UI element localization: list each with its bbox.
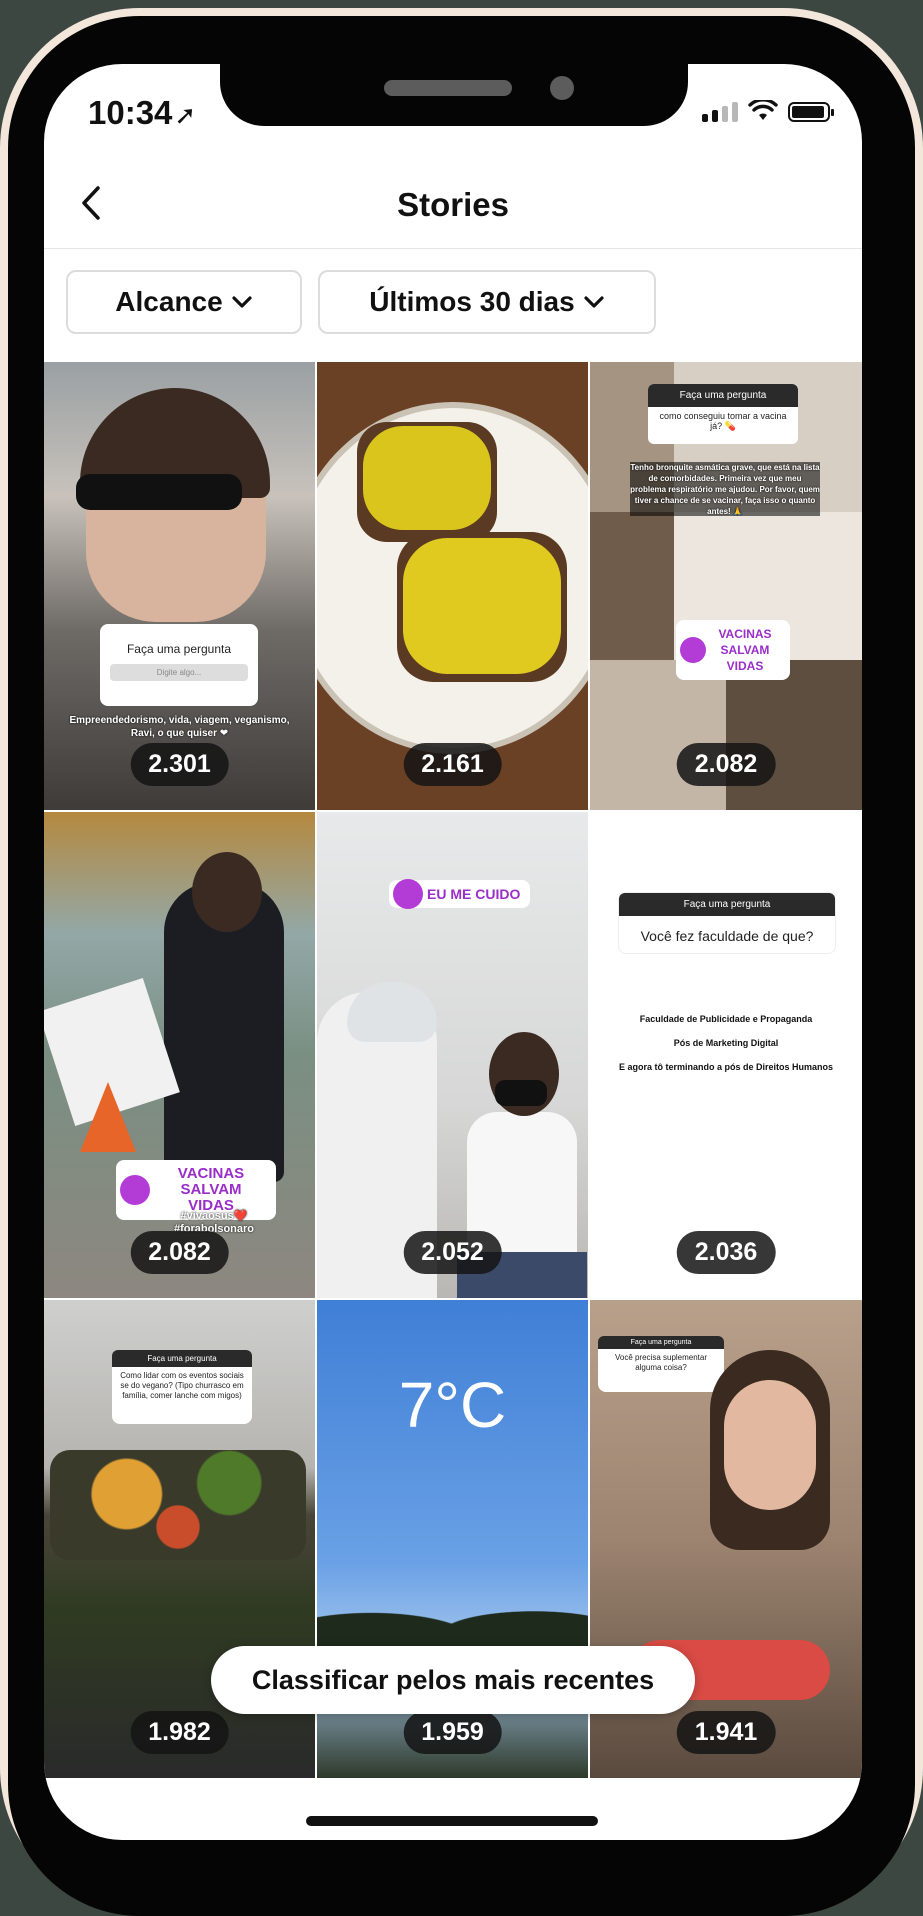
location-arrow-icon: ➚ xyxy=(174,100,197,130)
grilled-vegetables xyxy=(50,1450,306,1560)
sticker-text: EU ME CUIDO xyxy=(427,886,521,902)
story-tile[interactable]: EU ME CUIDO 2.052 xyxy=(317,812,588,1298)
sticker-text: VACINAS SALVAM VIDAS xyxy=(177,1165,245,1214)
eu-me-cuido-sticker: EU ME CUIDO xyxy=(389,879,531,909)
answer-text: Faculdade de Publicidade e Propaganda Pó… xyxy=(610,1012,842,1074)
story-caption: Empreendedorismo, vida, viagem, veganism… xyxy=(69,715,290,739)
heart-icon xyxy=(120,1175,150,1205)
question-sticker: Faça uma pergunta Como lidar com os even… xyxy=(112,1350,252,1424)
filter-bar: Alcance Últimos 30 dias xyxy=(66,270,656,334)
battery-icon xyxy=(788,102,834,122)
story-tile[interactable]: Faça uma pergunta Digite algo... Empreen… xyxy=(44,362,315,810)
status-time-text: 10:34 xyxy=(88,94,173,131)
reach-count: 2.301 xyxy=(130,743,229,786)
phone-screen: 10:34➚ Stories Alcance Últimos 30 dias F… xyxy=(44,64,862,1840)
answer-line: E agora tô terminando a pós de Direitos … xyxy=(618,1062,834,1072)
answer-line: Faculdade de Publicidade e Propaganda xyxy=(639,1014,813,1024)
page-title: Stories xyxy=(397,186,509,223)
sort-toast[interactable]: Classificar pelos mais recentes xyxy=(211,1646,695,1714)
reach-count: 2.036 xyxy=(676,1231,776,1274)
reach-count: 2.082 xyxy=(130,1231,229,1274)
person-head xyxy=(192,852,262,932)
date-range-dropdown-label: Últimos 30 dias xyxy=(369,286,575,317)
question-sticker: Faça uma pergunta Você fez faculdade de … xyxy=(618,892,836,954)
question-title: Faça uma pergunta xyxy=(648,384,798,407)
story-tile[interactable]: 2.161 xyxy=(317,362,588,810)
collage-cell xyxy=(590,512,674,660)
question-text: como conseguiu tomar a vacina já? 💊 xyxy=(659,411,787,431)
metric-dropdown-label: Alcance xyxy=(115,286,223,317)
reach-count: 2.082 xyxy=(676,743,776,786)
heart-icon xyxy=(680,637,706,663)
question-title: Faça uma pergunta xyxy=(112,1350,252,1367)
person-face xyxy=(724,1380,816,1510)
question-sticker: Faça uma pergunta Digite algo... xyxy=(100,624,258,706)
reach-count: 1.941 xyxy=(676,1711,776,1754)
cellular-signal-icon xyxy=(702,100,738,122)
food-2-topping xyxy=(403,538,561,674)
reach-count: 1.959 xyxy=(403,1711,502,1754)
reach-count: 2.161 xyxy=(403,743,502,786)
speaker xyxy=(384,80,512,96)
question-title: Faça uma pergunta xyxy=(126,642,232,656)
temperature-label: 7°C xyxy=(398,1369,507,1441)
header: Stories xyxy=(44,164,862,249)
story-tile[interactable]: Faça uma pergunta como conseguiu tomar a… xyxy=(590,362,862,810)
chevron-down-icon xyxy=(232,296,252,308)
question-placeholder: Digite algo... xyxy=(110,664,248,681)
story-tile[interactable]: Faça uma pergunta Você fez faculdade de … xyxy=(590,812,862,1298)
question-sticker: Faça uma pergunta Você precisa suplement… xyxy=(598,1336,724,1392)
food-1-topping xyxy=(363,426,491,530)
question-text: Você fez faculdade de que? xyxy=(640,928,814,944)
answer-line: Pós de Marketing Digital xyxy=(673,1038,779,1048)
notch xyxy=(220,64,688,126)
question-title: Faça uma pergunta xyxy=(619,893,835,916)
hair-net xyxy=(347,982,437,1042)
reach-count: 1.982 xyxy=(130,1711,229,1754)
home-indicator[interactable] xyxy=(306,1816,598,1826)
chevron-down-icon xyxy=(584,296,604,308)
status-icons xyxy=(702,100,834,122)
heart-icon xyxy=(393,879,423,909)
question-text: Você precisa suplementar alguma coisa? xyxy=(614,1353,708,1372)
metric-dropdown[interactable]: Alcance xyxy=(66,270,302,334)
traffic-cone xyxy=(80,1082,136,1152)
front-camera xyxy=(550,76,574,100)
story-caption: Tenho bronquite asmática grave, que está… xyxy=(630,462,820,516)
vaccine-sticker: VACINAS SALVAM VIDAS xyxy=(676,620,790,680)
collage-cell xyxy=(726,660,862,810)
sunglasses xyxy=(76,474,242,510)
wifi-icon xyxy=(748,100,778,120)
mask xyxy=(495,1080,547,1106)
question-title: Faça uma pergunta xyxy=(598,1336,724,1349)
collage-cell xyxy=(590,660,726,810)
sticker-text: VACINAS SALVAM VIDAS xyxy=(718,627,772,673)
question-text: Como lidar com os eventos sociais se do … xyxy=(120,1371,244,1400)
reach-count: 2.052 xyxy=(403,1231,502,1274)
date-range-dropdown[interactable]: Últimos 30 dias xyxy=(318,270,656,334)
status-time: 10:34➚ xyxy=(88,94,196,132)
question-sticker: Faça uma pergunta como conseguiu tomar a… xyxy=(648,384,798,444)
story-tile[interactable]: VACINAS SALVAM VIDAS #vivaosus❤️ #forabo… xyxy=(44,812,315,1298)
